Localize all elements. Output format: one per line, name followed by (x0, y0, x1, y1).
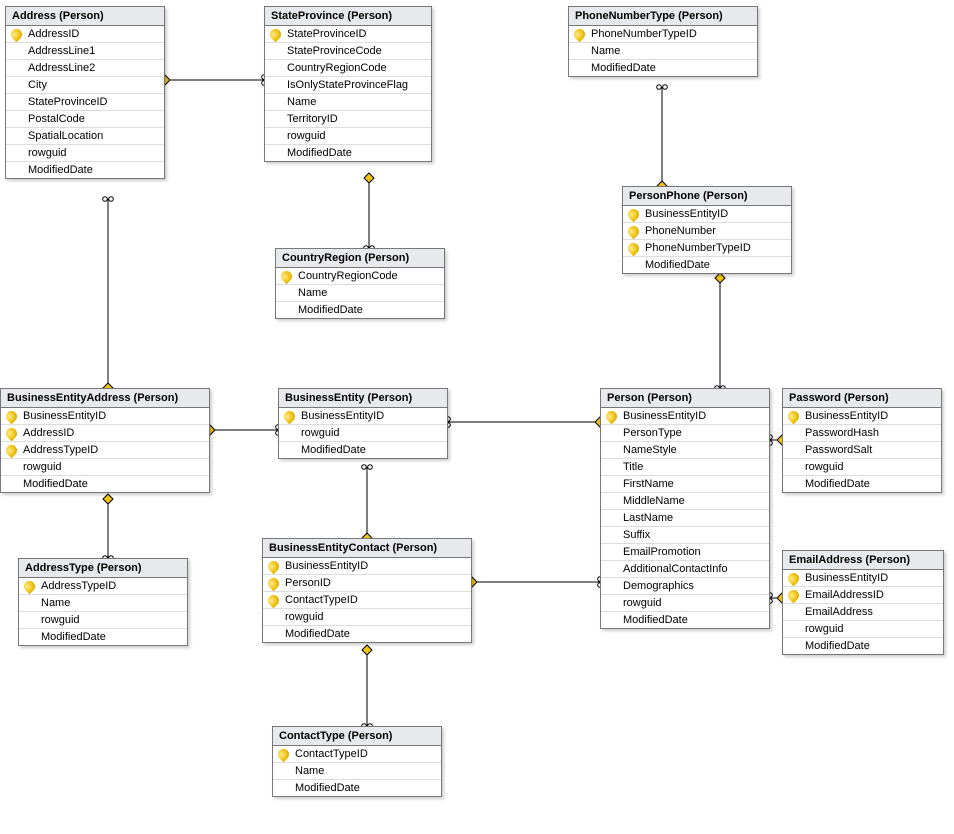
table-header: StateProvince (Person) (265, 7, 431, 26)
table-businessEntity[interactable]: BusinessEntity (Person)BusinessEntityIDr… (278, 388, 448, 459)
table-header: Person (Person) (601, 389, 769, 408)
table-header: CountryRegion (Person) (276, 249, 444, 268)
column-pk: AddressTypeID (1, 441, 209, 458)
column: Title (601, 458, 769, 475)
table-header: BusinessEntityAddress (Person) (1, 389, 209, 408)
column: rowguid (783, 458, 941, 475)
table-stateProvince[interactable]: StateProvince (Person)StateProvinceIDSta… (264, 6, 432, 162)
column-pk: CountryRegionCode (276, 268, 444, 284)
table-businessEntityContact[interactable]: BusinessEntityContact (Person)BusinessEn… (262, 538, 472, 643)
column: Suffix (601, 526, 769, 543)
column: Name (273, 762, 441, 779)
column: StateProvinceID (6, 93, 164, 110)
column: EmailAddress (783, 603, 943, 620)
column: City (6, 76, 164, 93)
table-emailAddress[interactable]: EmailAddress (Person)BusinessEntityIDEma… (782, 550, 944, 655)
column-pk: BusinessEntityID (1, 408, 209, 424)
column: ModifiedDate (783, 475, 941, 492)
table-header: BusinessEntity (Person) (279, 389, 447, 408)
column: CountryRegionCode (265, 59, 431, 76)
column: ModifiedDate (276, 301, 444, 318)
column: Demographics (601, 577, 769, 594)
table-header: PersonPhone (Person) (623, 187, 791, 206)
column: EmailPromotion (601, 543, 769, 560)
column: ModifiedDate (569, 59, 757, 76)
column: PostalCode (6, 110, 164, 127)
erd-canvas: Address (Person)AddressIDAddressLine1Add… (0, 0, 954, 834)
column: LastName (601, 509, 769, 526)
column: ModifiedDate (1, 475, 209, 492)
column: SpatialLocation (6, 127, 164, 144)
column: ModifiedDate (6, 161, 164, 178)
column-pk: PersonID (263, 574, 471, 591)
column: ModifiedDate (273, 779, 441, 796)
table-password[interactable]: Password (Person)BusinessEntityIDPasswor… (782, 388, 942, 493)
column-pk: AddressID (6, 26, 164, 42)
column: Name (276, 284, 444, 301)
table-header: PhoneNumberType (Person) (569, 7, 757, 26)
column: ModifiedDate (783, 637, 943, 654)
column: Name (569, 42, 757, 59)
table-header: Address (Person) (6, 7, 164, 26)
column: rowguid (279, 424, 447, 441)
column: Name (19, 594, 187, 611)
column: AddressLine1 (6, 42, 164, 59)
column-pk: BusinessEntityID (279, 408, 447, 424)
column: rowguid (263, 608, 471, 625)
table-person[interactable]: Person (Person)BusinessEntityIDPersonTyp… (600, 388, 770, 629)
table-addressType[interactable]: AddressType (Person)AddressTypeIDNamerow… (18, 558, 188, 646)
column: PasswordHash (783, 424, 941, 441)
column-pk: StateProvinceID (265, 26, 431, 42)
column: ModifiedDate (263, 625, 471, 642)
column: rowguid (783, 620, 943, 637)
column-pk: BusinessEntityID (601, 408, 769, 424)
table-phoneNumberType[interactable]: PhoneNumberType (Person)PhoneNumberTypeI… (568, 6, 758, 77)
column-pk: BusinessEntityID (783, 408, 941, 424)
column-pk: PhoneNumberTypeID (623, 239, 791, 256)
column-pk: AddressTypeID (19, 578, 187, 594)
table-header: EmailAddress (Person) (783, 551, 943, 570)
column: PasswordSalt (783, 441, 941, 458)
column: Name (265, 93, 431, 110)
column: MiddleName (601, 492, 769, 509)
column-pk: BusinessEntityID (783, 570, 943, 586)
column-pk: AddressID (1, 424, 209, 441)
column: ModifiedDate (623, 256, 791, 273)
table-header: BusinessEntityContact (Person) (263, 539, 471, 558)
column: ModifiedDate (279, 441, 447, 458)
table-countryRegion[interactable]: CountryRegion (Person)CountryRegionCodeN… (275, 248, 445, 319)
column: rowguid (6, 144, 164, 161)
column: NameStyle (601, 441, 769, 458)
column: AddressLine2 (6, 59, 164, 76)
table-address[interactable]: Address (Person)AddressIDAddressLine1Add… (5, 6, 165, 179)
column: AdditionalContactInfo (601, 560, 769, 577)
column-pk: PhoneNumberTypeID (569, 26, 757, 42)
column-pk: BusinessEntityID (623, 206, 791, 222)
column: IsOnlyStateProvinceFlag (265, 76, 431, 93)
column-pk: ContactTypeID (263, 591, 471, 608)
column-pk: EmailAddressID (783, 586, 943, 603)
column: rowguid (265, 127, 431, 144)
column-pk: BusinessEntityID (263, 558, 471, 574)
table-businessEntityAddress[interactable]: BusinessEntityAddress (Person)BusinessEn… (0, 388, 210, 493)
table-contactType[interactable]: ContactType (Person)ContactTypeIDNameMod… (272, 726, 442, 797)
column: ModifiedDate (601, 611, 769, 628)
column: rowguid (601, 594, 769, 611)
table-header: AddressType (Person) (19, 559, 187, 578)
column: PersonType (601, 424, 769, 441)
column: rowguid (19, 611, 187, 628)
column: ModifiedDate (265, 144, 431, 161)
column-pk: ContactTypeID (273, 746, 441, 762)
column: TerritoryID (265, 110, 431, 127)
table-header: ContactType (Person) (273, 727, 441, 746)
column: StateProvinceCode (265, 42, 431, 59)
table-personPhone[interactable]: PersonPhone (Person)BusinessEntityIDPhon… (622, 186, 792, 274)
column: rowguid (1, 458, 209, 475)
column-pk: PhoneNumber (623, 222, 791, 239)
column: FirstName (601, 475, 769, 492)
table-header: Password (Person) (783, 389, 941, 408)
column: ModifiedDate (19, 628, 187, 645)
